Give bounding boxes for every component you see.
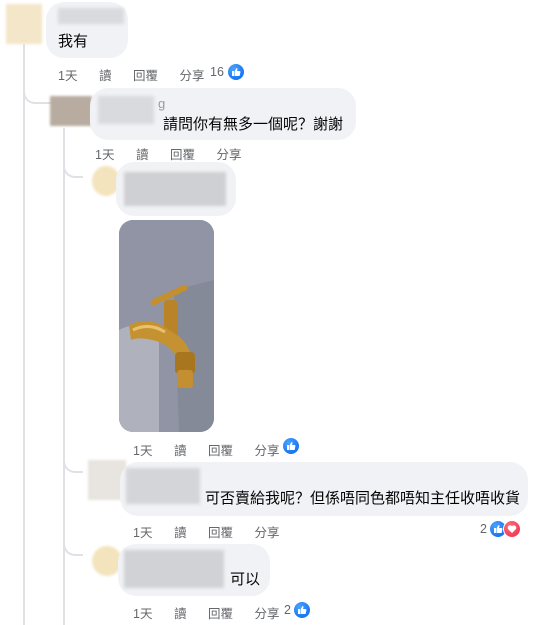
comment-actions: 1天 讀 回覆 分享 (133, 603, 297, 622)
like-icon (226, 63, 245, 81)
read-button[interactable]: 讀 (174, 607, 187, 621)
comment-text: 可以 (230, 571, 261, 588)
love-icon (502, 520, 521, 538)
share-button[interactable]: 分享 (179, 69, 204, 83)
timestamp[interactable]: 1天 (58, 69, 77, 83)
reaction-summary[interactable]: 2 (284, 601, 311, 619)
commenter-name[interactable] (126, 468, 200, 504)
commenter-name-fragment: g (158, 96, 166, 111)
share-button[interactable]: 分享 (254, 526, 279, 540)
avatar[interactable] (50, 96, 92, 126)
thread-connector (63, 160, 83, 178)
thread-connector (63, 538, 83, 556)
share-button[interactable]: 分享 (254, 444, 279, 458)
reaction-summary[interactable]: 16 (210, 63, 245, 81)
timestamp[interactable]: 1天 (95, 148, 114, 162)
comment-actions: 1天 讀 回覆 分享 (133, 440, 297, 459)
reaction-summary[interactable]: 2 (480, 520, 521, 538)
reply-button[interactable]: 回覆 (208, 607, 233, 621)
commenter-name[interactable] (98, 96, 154, 124)
comment-text: 可否賣給我呢？但係唔同色都唔知主任收唔收貨 (205, 490, 521, 507)
comment-actions: 1天 讀 回覆 分享 (95, 144, 259, 163)
read-button[interactable]: 讀 (99, 69, 112, 83)
reply-button[interactable]: 回覆 (133, 69, 158, 83)
commenter-name[interactable] (58, 8, 124, 24)
timestamp[interactable]: 1天 (133, 444, 152, 458)
reply-button[interactable]: 回覆 (208, 444, 233, 458)
reaction-count: 2 (480, 522, 487, 536)
comment-actions: 1天 讀 回覆 分享 (58, 65, 222, 84)
comment-photo[interactable] (119, 220, 214, 432)
comment-text: 我有 (58, 33, 89, 50)
thread-connector (63, 455, 83, 473)
commenter-name[interactable] (124, 550, 224, 588)
share-button[interactable]: 分享 (216, 148, 241, 162)
reaction-count: 2 (284, 603, 291, 617)
thread-line-main (23, 44, 25, 625)
timestamp[interactable]: 1天 (133, 526, 152, 540)
like-icon (292, 601, 311, 619)
timestamp[interactable]: 1天 (133, 607, 152, 621)
read-button[interactable]: 讀 (174, 444, 187, 458)
faucet-image (119, 220, 214, 432)
avatar[interactable] (6, 4, 42, 44)
reaction-summary[interactable] (282, 437, 300, 455)
like-icon (282, 437, 300, 455)
reaction-count: 16 (210, 65, 224, 79)
reply-button[interactable]: 回覆 (170, 148, 195, 162)
read-button[interactable]: 讀 (174, 526, 187, 540)
reply-button[interactable]: 回覆 (208, 526, 233, 540)
comment-text: 請問你有無多一個呢？謝謝 (163, 116, 344, 133)
comment-actions: 1天 讀 回覆 分享 (133, 522, 297, 541)
commenter-name[interactable] (124, 172, 226, 206)
share-button[interactable]: 分享 (254, 607, 279, 621)
read-button[interactable]: 讀 (136, 148, 149, 162)
